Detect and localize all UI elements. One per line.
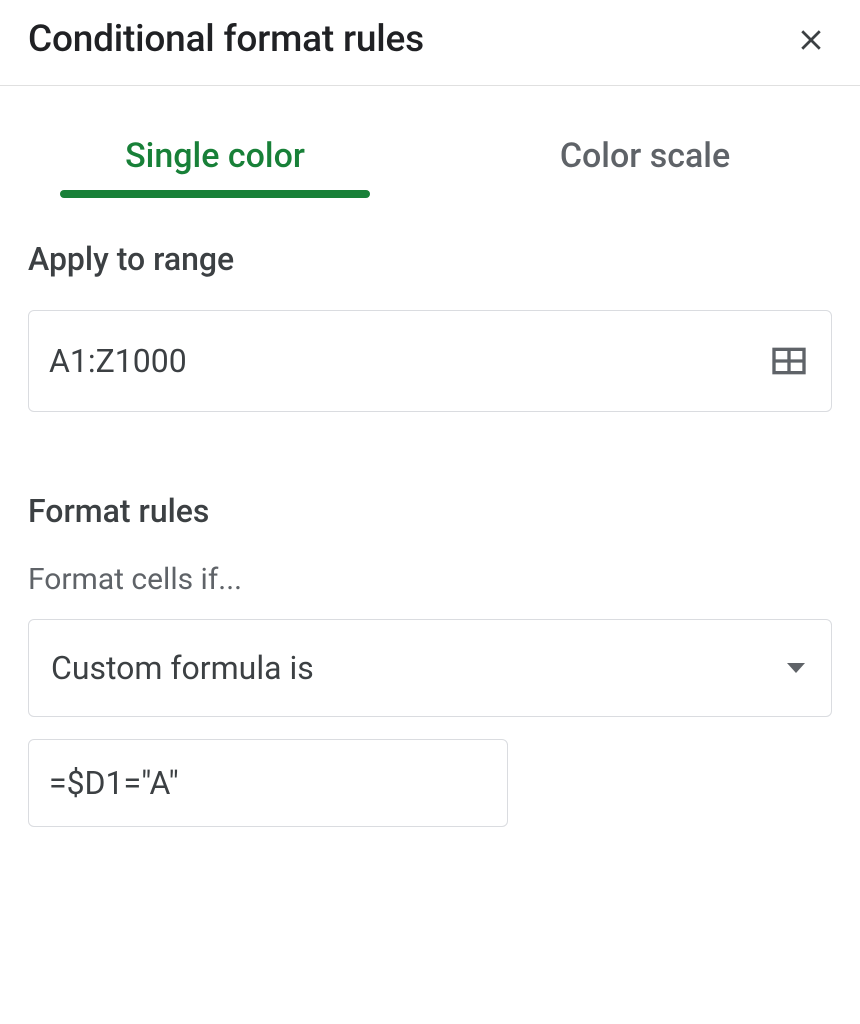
formula-input[interactable] [49,764,487,802]
format-cells-if-label: Format cells if... [28,562,832,597]
condition-select[interactable]: Custom formula is [28,619,832,717]
range-input[interactable] [49,342,765,380]
tab-single-color-label: Single color [125,136,305,176]
format-rules-label: Format rules [28,492,832,530]
tabs: Single color Color scale [0,86,860,192]
condition-select-value: Custom formula is [51,649,314,687]
select-range-button[interactable] [765,337,813,385]
tab-color-scale[interactable]: Color scale [430,118,860,192]
close-button[interactable] [790,19,832,61]
apply-to-range-label: Apply to range [28,240,832,278]
tab-single-color[interactable]: Single color [0,118,430,192]
panel-header: Conditional format rules [0,0,860,86]
panel-title: Conditional format rules [28,18,424,61]
range-input-container [28,310,832,412]
tab-active-underline [60,190,370,198]
panel-content: Apply to range Format rules Format cells… [0,192,860,827]
formula-input-container [28,739,508,827]
close-icon [796,25,826,55]
tab-color-scale-label: Color scale [560,136,730,176]
grid-icon [769,341,809,381]
chevron-down-icon [787,663,805,673]
